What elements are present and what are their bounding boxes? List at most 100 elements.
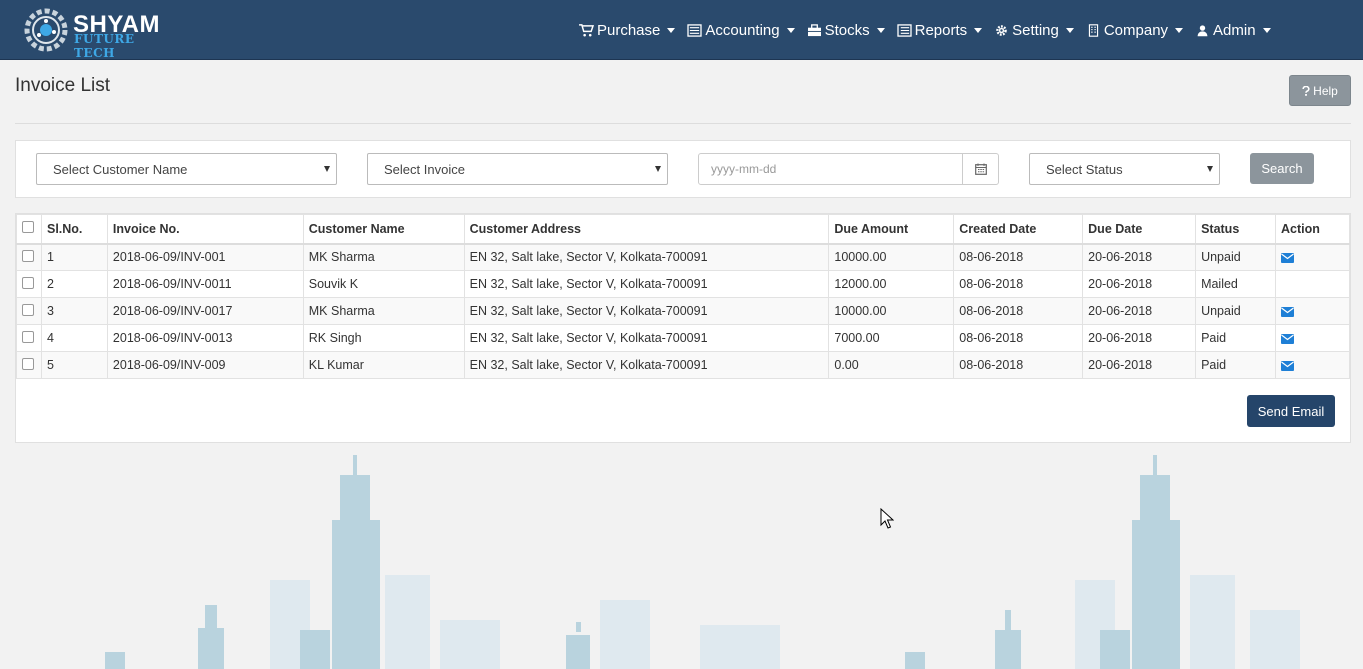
cell-status: Unpaid xyxy=(1195,297,1276,325)
cell-due-amount: 10000.00 xyxy=(828,243,955,271)
cell-address: EN 32, Salt lake, Sector V, Kolkata-7000… xyxy=(463,351,830,379)
customer-select-label: Select Customer Name xyxy=(53,161,188,177)
cell-status: Paid xyxy=(1195,324,1276,352)
row-checkbox[interactable] xyxy=(22,330,34,343)
invoice-table-panel: Sl.No. Invoice No. Customer Name Custome… xyxy=(15,213,1351,443)
list-alt-icon xyxy=(687,23,703,37)
select-all-checkbox[interactable] xyxy=(22,221,34,234)
status-select-label: Select Status xyxy=(1046,161,1123,177)
envelope-icon[interactable] xyxy=(1280,306,1294,317)
table-row: 3 2018-06-09/INV-0017 MK Sharma EN 32, S… xyxy=(16,297,1351,325)
row-checkbox[interactable] xyxy=(22,357,34,370)
cell-created: 08-06-2018 xyxy=(953,270,1084,298)
menu-accounting-label: Accounting xyxy=(705,21,780,39)
menu-reports[interactable]: Reports xyxy=(896,0,983,60)
menu-admin[interactable]: Admin xyxy=(1195,0,1271,60)
mouse-cursor-icon xyxy=(880,508,894,529)
dropdown-arrow-icon xyxy=(1207,166,1213,172)
row-select-cell xyxy=(16,351,42,379)
table-row: 4 2018-06-09/INV-0013 RK Singh EN 32, Sa… xyxy=(16,324,1351,352)
cell-invoice: 2018-06-09/INV-0013 xyxy=(106,324,304,352)
cell-sl: 1 xyxy=(40,243,108,271)
customer-select[interactable]: Select Customer Name xyxy=(36,153,337,185)
cell-sl: 4 xyxy=(40,324,108,352)
menu-purchase-label: Purchase xyxy=(597,21,661,39)
menu-setting[interactable]: Setting xyxy=(994,0,1074,60)
cell-sl: 5 xyxy=(40,351,108,379)
caret-down-icon xyxy=(876,27,885,33)
caret-down-icon xyxy=(974,27,983,33)
row-checkbox[interactable] xyxy=(22,276,34,289)
caret-down-icon xyxy=(1175,27,1184,33)
question-icon xyxy=(1302,85,1310,96)
gear-logo-icon xyxy=(24,8,68,52)
row-select-cell xyxy=(16,243,42,271)
invoice-select[interactable]: Select Invoice xyxy=(367,153,668,185)
cell-action xyxy=(1274,351,1351,379)
cell-created: 08-06-2018 xyxy=(953,351,1084,379)
menu-company[interactable]: Company xyxy=(1086,0,1184,60)
cell-status: Paid xyxy=(1195,351,1276,379)
cell-created: 08-06-2018 xyxy=(953,243,1084,271)
table-row: 2 2018-06-09/INV-0011 Souvik K EN 32, Sa… xyxy=(16,270,1351,298)
dropdown-arrow-icon xyxy=(324,166,330,172)
cell-invoice: 2018-06-09/INV-0011 xyxy=(106,270,304,298)
col-invoice-no: Invoice No. xyxy=(106,214,304,245)
main-menu: Purchase Accounting Stocks Reports Setti… xyxy=(579,0,1283,60)
cell-due-date: 20-06-2018 xyxy=(1082,351,1197,379)
cell-address: EN 32, Salt lake, Sector V, Kolkata-7000… xyxy=(463,324,830,352)
cell-address: EN 32, Salt lake, Sector V, Kolkata-7000… xyxy=(463,297,830,325)
col-due-amount: Due Amount xyxy=(828,214,955,245)
cell-due-amount: 0.00 xyxy=(828,351,955,379)
menu-stocks-label: Stocks xyxy=(824,21,870,39)
help-button[interactable]: Help xyxy=(1289,75,1351,106)
cell-sl: 3 xyxy=(40,297,108,325)
col-customer-name: Customer Name xyxy=(302,214,465,245)
filter-panel: Select Customer Name Select Invoice yyyy… xyxy=(15,140,1351,198)
cell-address: EN 32, Salt lake, Sector V, Kolkata-7000… xyxy=(463,243,830,271)
envelope-icon[interactable] xyxy=(1280,252,1294,263)
menu-purchase[interactable]: Purchase xyxy=(579,0,676,60)
status-select[interactable]: Select Status xyxy=(1029,153,1220,185)
date-placeholder: yyyy-mm-dd xyxy=(711,162,777,176)
cell-customer: MK Sharma xyxy=(302,297,465,325)
envelope-icon[interactable] xyxy=(1280,333,1294,344)
envelope-icon[interactable] xyxy=(1280,360,1294,371)
menu-admin-label: Admin xyxy=(1213,21,1256,39)
row-checkbox[interactable] xyxy=(22,303,34,316)
help-label: Help xyxy=(1313,83,1338,98)
cell-action xyxy=(1274,297,1351,325)
cell-status: Unpaid xyxy=(1195,243,1276,271)
col-customer-address: Customer Address xyxy=(463,214,830,245)
menu-setting-label: Setting xyxy=(1012,21,1059,39)
menu-stocks[interactable]: Stocks xyxy=(807,0,885,60)
cell-action xyxy=(1274,324,1351,352)
cell-due-amount: 10000.00 xyxy=(828,297,955,325)
cell-due-amount: 7000.00 xyxy=(828,324,955,352)
cell-status: Mailed xyxy=(1195,270,1276,298)
date-input[interactable]: yyyy-mm-dd xyxy=(698,153,963,185)
search-button[interactable]: Search xyxy=(1250,153,1314,184)
calendar-button[interactable] xyxy=(962,153,999,185)
cell-due-date: 20-06-2018 xyxy=(1082,297,1197,325)
cell-customer: RK Singh xyxy=(302,324,465,352)
table-row: 1 2018-06-09/INV-001 MK Sharma EN 32, Sa… xyxy=(16,243,1351,271)
top-navbar: SHYAM FUTURE TECH Purchase Accounting St… xyxy=(0,0,1363,60)
menu-accounting[interactable]: Accounting xyxy=(687,0,795,60)
cell-sl: 2 xyxy=(40,270,108,298)
cell-due-date: 20-06-2018 xyxy=(1082,270,1197,298)
table-row: 5 2018-06-09/INV-009 KL Kumar EN 32, Sal… xyxy=(16,351,1351,379)
col-sl-no: Sl.No. xyxy=(40,214,108,245)
cell-due-date: 20-06-2018 xyxy=(1082,243,1197,271)
brand-subtitle: FUTURE TECH xyxy=(74,32,135,60)
send-email-button[interactable]: Send Email xyxy=(1247,395,1335,427)
row-checkbox[interactable] xyxy=(22,249,34,262)
brand-logo[interactable]: SHYAM FUTURE TECH xyxy=(22,6,172,60)
building-icon xyxy=(1088,23,1098,37)
row-select-cell xyxy=(16,324,42,352)
menu-reports-label: Reports xyxy=(914,21,968,39)
col-created-date: Created Date xyxy=(953,214,1084,245)
invoice-table: Sl.No. Invoice No. Customer Name Custome… xyxy=(16,214,1351,379)
menu-company-label: Company xyxy=(1103,21,1169,39)
row-select-cell xyxy=(16,297,42,325)
